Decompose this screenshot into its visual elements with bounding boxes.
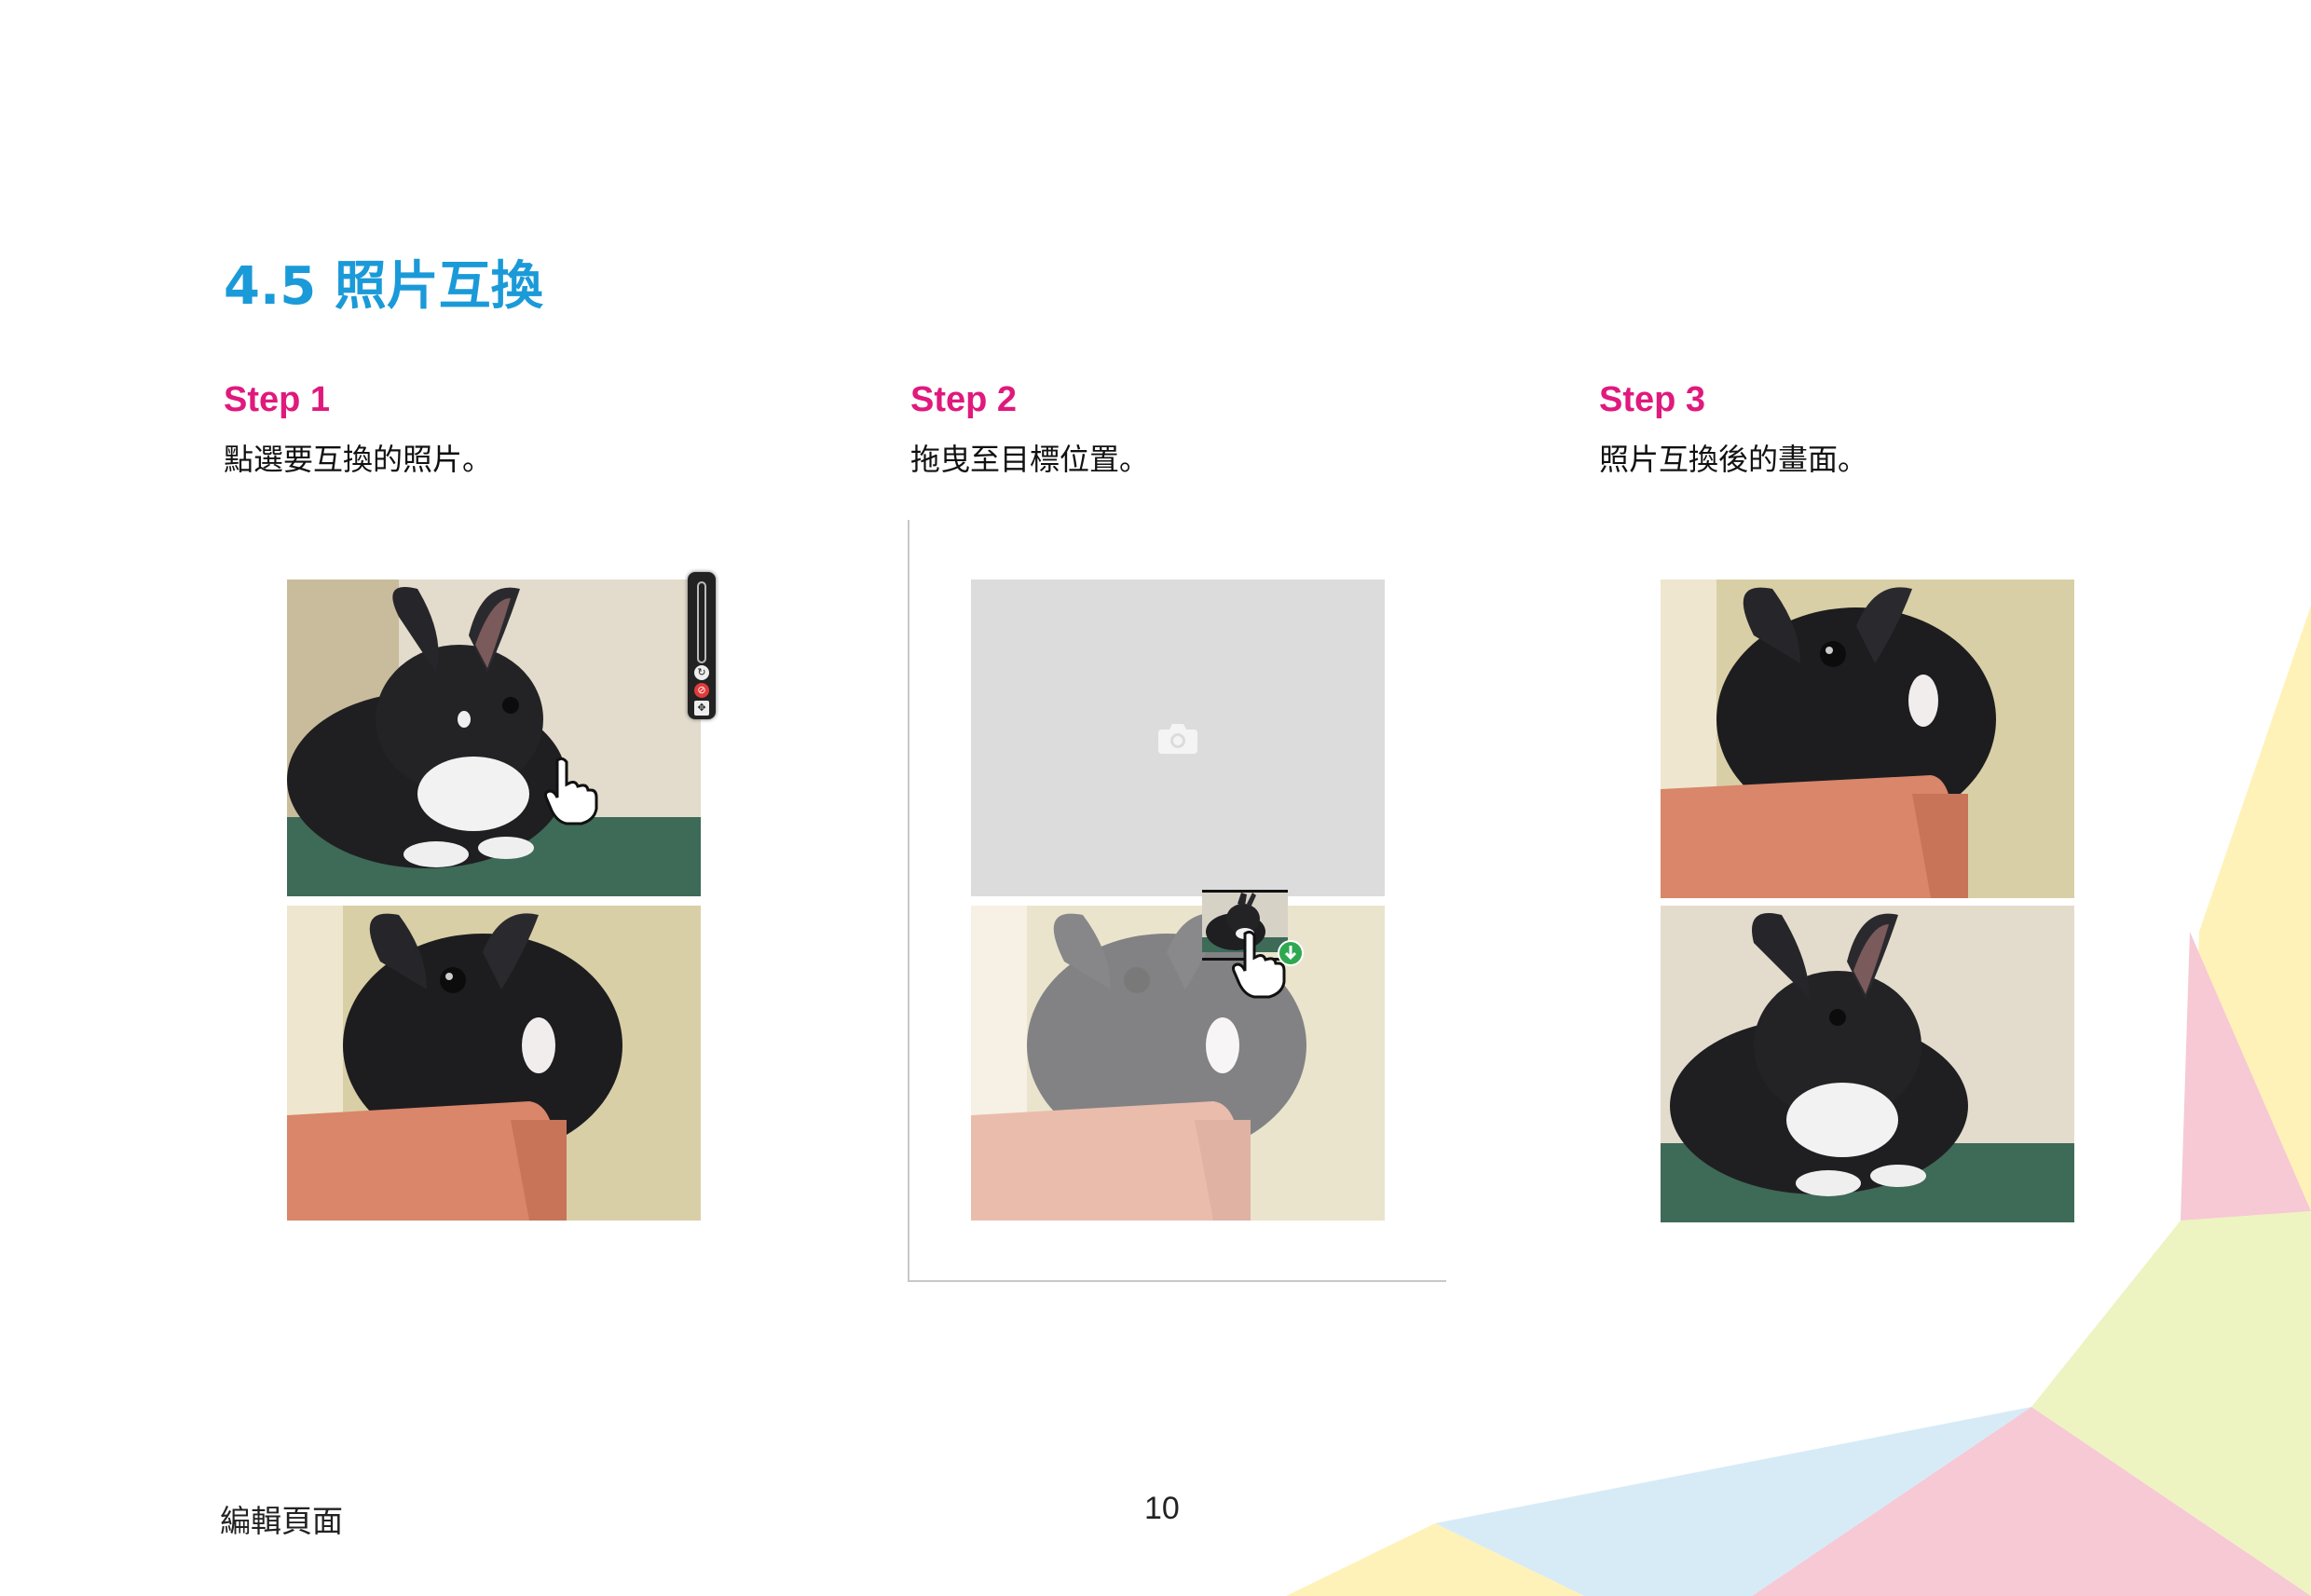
step1-photo-top[interactable] [287,580,701,896]
step1-photo-bottom[interactable] [287,906,701,1221]
download-arrow-icon [1278,940,1304,966]
hand-pointer-icon [544,757,598,825]
section-title: 4.5 照片互換 [224,256,543,317]
step-1-title: Step 1 [224,380,331,419]
footer-section-label: 編輯頁面 [220,1503,343,1539]
page-frame-left [908,520,909,1282]
zoom-slider[interactable] [697,581,706,663]
photo-edit-toolbar: ↻ ⊘ ✥ [688,572,716,719]
step3-photo-top [1661,580,2074,898]
delete-icon[interactable]: ⊘ [694,683,709,698]
step2-photo-bottom-faded[interactable] [971,906,1385,1221]
camera-icon [1158,724,1197,754]
step-3-description: 照片互換後的畫面。 [1599,442,1868,477]
step-2-description: 拖曳至目標位置。 [910,442,1150,477]
empty-photo-slot[interactable] [971,580,1385,896]
step-1-description: 點選要互換的照片。 [224,442,493,477]
rotate-icon[interactable]: ↻ [694,665,709,680]
page-number: 10 [1144,1491,1180,1526]
step-3-title: Step 3 [1599,380,1706,419]
resize-icon[interactable]: ✥ [694,701,709,716]
step3-photo-bottom [1661,906,2074,1222]
step-2-title: Step 2 [910,380,1018,419]
page-frame-bottom [908,1280,1446,1282]
